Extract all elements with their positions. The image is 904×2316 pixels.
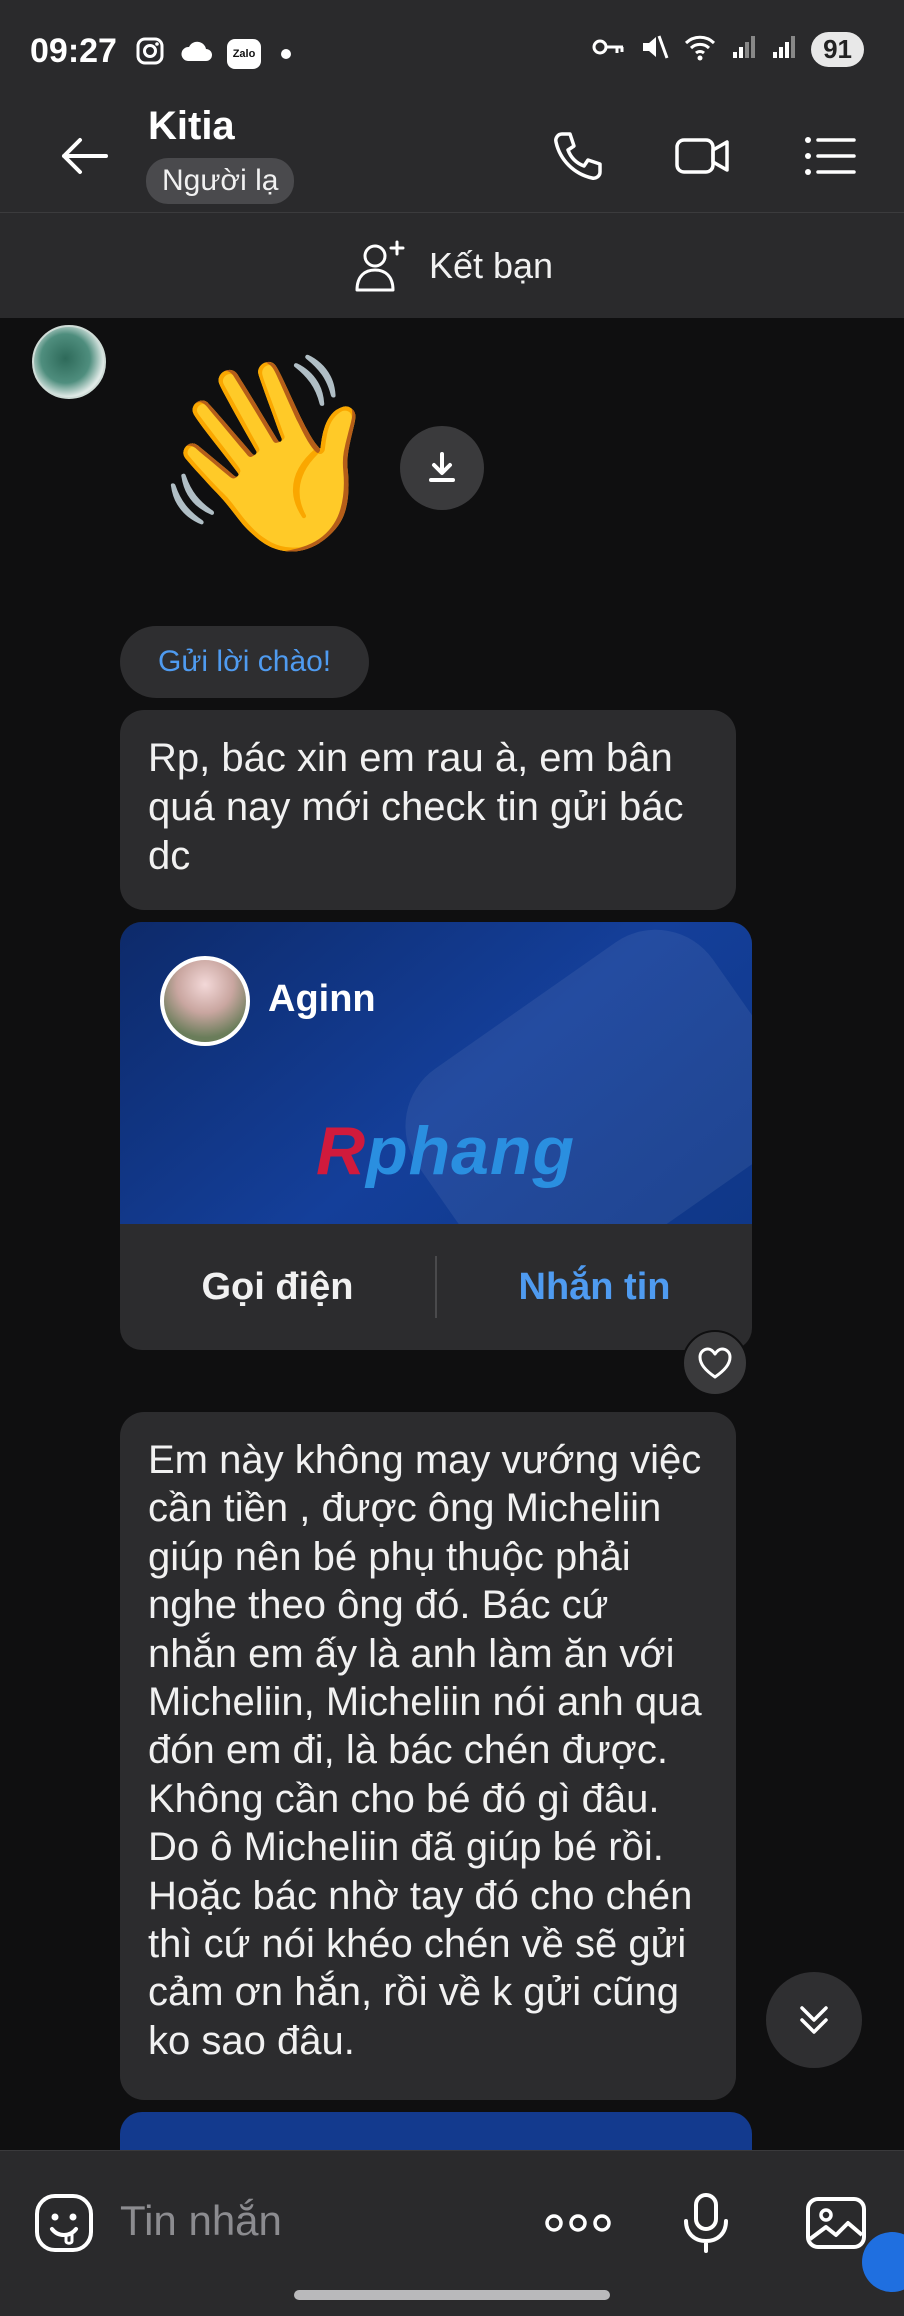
call-button[interactable] [548, 126, 608, 186]
status-time: 09:27 [30, 32, 117, 70]
menu-button[interactable] [800, 126, 860, 186]
zalo-icon: Zalo [227, 38, 261, 69]
card-logo: Rphang [316, 1112, 575, 1190]
card-logo-first: R [316, 1113, 367, 1189]
wifi-icon [683, 33, 717, 66]
send-greeting-button[interactable]: Gửi lời chào! [120, 626, 370, 698]
key-icon [591, 35, 625, 64]
contact-card-partial[interactable] [120, 2112, 752, 2152]
voice-button[interactable] [674, 2191, 738, 2255]
download-icon [429, 452, 455, 482]
menu-icon [805, 137, 856, 175]
video-call-button[interactable] [672, 126, 732, 186]
add-friend-label: Kết bạn [428, 244, 554, 286]
wave-sticker[interactable]: 👋 [150, 360, 387, 550]
image-button[interactable] [804, 2191, 868, 2255]
status-left-icons: Zalo [135, 36, 291, 71]
sender-avatar[interactable] [32, 325, 106, 399]
download-button[interactable] [400, 426, 484, 510]
card-logo-rest: phang [366, 1113, 576, 1189]
message-bubble[interactable]: Em này không may vướng việc cần tiền , đ… [120, 1412, 736, 2100]
contact-card[interactable]: Aginn Rphang Gọi điện Nhắn tin [120, 922, 752, 1350]
signal-icon [731, 34, 757, 65]
scroll-down-button[interactable] [766, 1972, 862, 2068]
back-arrow-icon [62, 138, 108, 174]
instagram-icon [135, 36, 165, 71]
signal-icon-2 [771, 34, 797, 65]
card-message-button[interactable]: Nhắn tin [437, 1266, 752, 1309]
more-dots-icon [545, 2214, 611, 2232]
video-camera-icon [675, 138, 729, 174]
more-button[interactable] [542, 2191, 614, 2255]
stranger-badge: Người lạ [146, 158, 295, 204]
notification-dot-icon [281, 48, 291, 59]
chevron-double-down-icon [800, 2006, 828, 2034]
sticker-button[interactable] [32, 2191, 96, 2255]
card-contact-name: Aginn [268, 978, 376, 1020]
phone-icon [554, 132, 602, 180]
contact-card-banner: Aginn Rphang [120, 922, 752, 1224]
cloud-icon [179, 39, 213, 68]
sticker-icon [35, 2194, 93, 2252]
home-indicator[interactable] [294, 2290, 610, 2300]
add-user-icon [355, 240, 405, 291]
message-input[interactable]: Tin nhắn [120, 2197, 282, 2245]
microphone-icon [684, 2193, 728, 2253]
status-right-icons: 91 [591, 32, 864, 67]
image-icon [806, 2197, 866, 2249]
battery-indicator: 91 [811, 32, 864, 67]
add-friend-button[interactable]: Kết bạn [0, 212, 904, 318]
heart-icon [698, 1347, 732, 1379]
chat-header: Kitia Người lạ [0, 100, 904, 212]
react-button[interactable] [682, 1330, 748, 1396]
card-call-button[interactable]: Gọi điện [120, 1266, 435, 1309]
message-bubble[interactable]: Rp, bác xin em rau à, em bân quá nay mới… [120, 710, 736, 910]
contact-name[interactable]: Kitia [148, 104, 235, 149]
card-actions: Gọi điện Nhắn tin [120, 1224, 752, 1350]
back-button[interactable] [56, 128, 112, 184]
card-avatar [160, 956, 250, 1046]
mute-icon [639, 32, 669, 67]
status-bar: 09:27 Zalo 91 [0, 0, 904, 100]
